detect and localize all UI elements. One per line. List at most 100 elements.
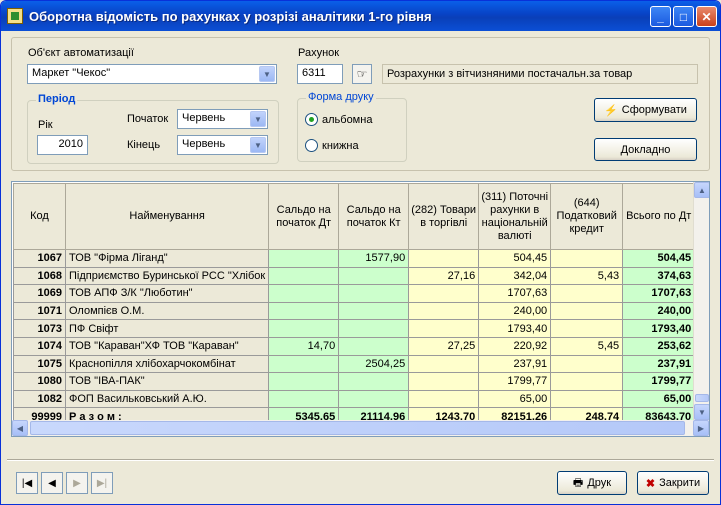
chevron-down-icon[interactable]: ▼: [250, 111, 266, 127]
table-cell: 1074: [13, 336, 66, 356]
table-cell: ПФ Свіфт: [64, 319, 270, 338]
radio-checked-icon[interactable]: [305, 113, 318, 126]
table-cell: [338, 372, 410, 391]
table-cell: ТОВ "ІВА-ПАК": [64, 372, 270, 391]
column-header[interactable]: (311) Поточні рахунки в національній вал…: [478, 183, 552, 250]
scroll-up-icon[interactable]: ▲: [694, 182, 709, 198]
column-header[interactable]: Код: [13, 183, 66, 250]
chevron-down-icon[interactable]: ▼: [259, 66, 275, 82]
period-legend: Період: [36, 93, 78, 105]
form-report-label: Сформувати: [621, 104, 687, 116]
table-cell: [408, 354, 480, 374]
object-combo[interactable]: Маркет "Чекос" ▼: [27, 64, 277, 84]
first-record-icon[interactable]: |◀: [16, 472, 38, 494]
next-record-icon[interactable]: ▶: [66, 472, 88, 494]
table-cell: 374,63: [622, 266, 696, 286]
column-header[interactable]: (644) Податковий кредит: [550, 183, 624, 250]
close-window-button[interactable]: ✕: [696, 6, 717, 27]
table-row[interactable]: 1075 Краснопілля хлібохарчокомбінат 2504,2…: [13, 354, 696, 374]
table-cell: 1707,63: [478, 284, 552, 303]
table-cell: 253,62: [622, 336, 696, 356]
column-header[interactable]: Сальдо на початок Дт: [268, 183, 340, 250]
table-cell: 1071: [13, 301, 66, 321]
previous-record-icon[interactable]: ◀: [41, 472, 63, 494]
table-cell: 504,45: [622, 249, 696, 268]
table-cell: [268, 319, 340, 338]
vertical-scroll-thumb[interactable]: [695, 394, 709, 402]
table-cell: 237,91: [622, 354, 696, 374]
close-icon: ✖: [645, 477, 656, 490]
table-cell: [268, 372, 340, 391]
table-row[interactable]: 1069 ТОВ АПФ З/К "Люботин" 1707,63 1707,63: [13, 284, 696, 303]
report-window: Оборотна відомість по рахунках у розрізі…: [0, 0, 721, 505]
table-cell: 1799,77: [622, 372, 696, 391]
table-cell: [268, 284, 340, 303]
table-cell: [408, 249, 480, 268]
table-cell: [550, 354, 624, 374]
column-header[interactable]: Сальдо на початок Кт: [338, 183, 410, 250]
bottom-divider: [7, 459, 714, 461]
column-header[interactable]: Всього по Дт: [622, 183, 696, 250]
print-button[interactable]: 🖶 Друк: [557, 471, 627, 495]
print-label: Друк: [587, 477, 612, 489]
end-month-combo[interactable]: Червень ▼: [177, 135, 268, 155]
table-row[interactable]: 1073 ПФ Свіфт 1793,40 1793,40: [13, 319, 696, 338]
period-group: Період Рік 2010 Початок Червень ▼ Кінець…: [27, 93, 279, 164]
maximize-button[interactable]: □: [673, 6, 694, 27]
horizontal-scrollbar[interactable]: ◀ ▶: [12, 420, 709, 436]
table-row[interactable]: 1074 ТОВ "Караван"ХФ ТОВ "Караван" 14,70 27…: [13, 336, 696, 356]
scroll-left-icon[interactable]: ◀: [12, 420, 28, 436]
app-icon: [7, 8, 23, 24]
scroll-down-icon[interactable]: ▼: [694, 404, 709, 420]
year-field[interactable]: 2010: [37, 135, 88, 155]
table-cell: [408, 372, 480, 391]
window-title: Оборотна відомість по рахунках у розрізі…: [29, 9, 432, 24]
end-month-value: Червень: [182, 138, 226, 150]
object-label: Об'єкт автоматизації: [28, 47, 134, 59]
scroll-right-icon[interactable]: ▶: [693, 420, 709, 436]
landscape-radio[interactable]: альбомна: [305, 113, 372, 126]
table-cell: [338, 266, 410, 286]
landscape-label: альбомна: [322, 113, 373, 126]
table-cell: 1069: [13, 284, 66, 303]
table-cell: 27,25: [408, 336, 480, 356]
portrait-radio[interactable]: книжна: [305, 139, 359, 152]
table-cell: 1073: [13, 319, 66, 338]
table-cell: Краснопілля хлібохарчокомбінат: [64, 354, 270, 374]
table-cell: [550, 319, 624, 338]
table-cell: [338, 389, 410, 409]
table-cell: 65,00: [622, 389, 696, 409]
account-label: Рахунок: [298, 47, 340, 59]
table-row[interactable]: 1068 Підприємство Буринської РСС "Хлібок 2…: [13, 266, 696, 286]
filter-panel: Об'єкт автоматизації Маркет "Чекос" ▼ Ра…: [11, 37, 710, 171]
table-row[interactable]: 1067 ТОВ "Фірма Ліганд" 1577,90 504,45 504,4…: [13, 249, 696, 268]
table-cell: 237,91: [478, 354, 552, 374]
minimize-button[interactable]: _: [650, 6, 671, 27]
table-cell: [408, 389, 480, 409]
table-cell: ТОВ АПФ З/К "Люботин": [64, 284, 270, 303]
report-table[interactable]: Код Найменування Сальдо на початок Дт Са…: [11, 181, 710, 437]
vertical-scrollbar[interactable]: ▲ ▼: [693, 182, 709, 420]
close-button[interactable]: ✖ Закрити: [637, 471, 709, 495]
detail-button[interactable]: Докладно: [594, 138, 697, 161]
table-cell: 14,70: [268, 336, 340, 356]
table-cell: 5,45: [550, 336, 624, 356]
radio-unchecked-icon[interactable]: [305, 139, 318, 152]
table-cell: 1793,40: [622, 319, 696, 338]
title-bar[interactable]: Оборотна відомість по рахунках у розрізі…: [1, 1, 720, 31]
table-row[interactable]: 1080 ТОВ "ІВА-ПАК" 1799,77 1799,77: [13, 372, 696, 391]
form-report-button[interactable]: ⚡ Сформувати: [594, 98, 697, 122]
table-cell: 1080: [13, 372, 66, 391]
table-row[interactable]: 1071 Оломпієв О.М. 240,00 240,00: [13, 301, 696, 321]
last-record-icon[interactable]: ▶|: [91, 472, 113, 494]
start-month-value: Червень: [182, 112, 226, 124]
chevron-down-icon[interactable]: ▼: [250, 137, 266, 153]
column-header[interactable]: (282) Товари в торгівлі: [408, 183, 480, 250]
horizontal-scroll-thumb[interactable]: [30, 421, 685, 435]
account-picker-icon[interactable]: ☞: [352, 64, 372, 84]
account-field[interactable]: 6311: [297, 64, 343, 84]
table-row[interactable]: 1082 ФОП Васильковський А.Ю. 65,00 65,00: [13, 389, 696, 409]
start-month-combo[interactable]: Червень ▼: [177, 109, 268, 129]
column-header[interactable]: Найменування: [64, 183, 270, 250]
table-cell: 1577,90: [338, 249, 410, 268]
